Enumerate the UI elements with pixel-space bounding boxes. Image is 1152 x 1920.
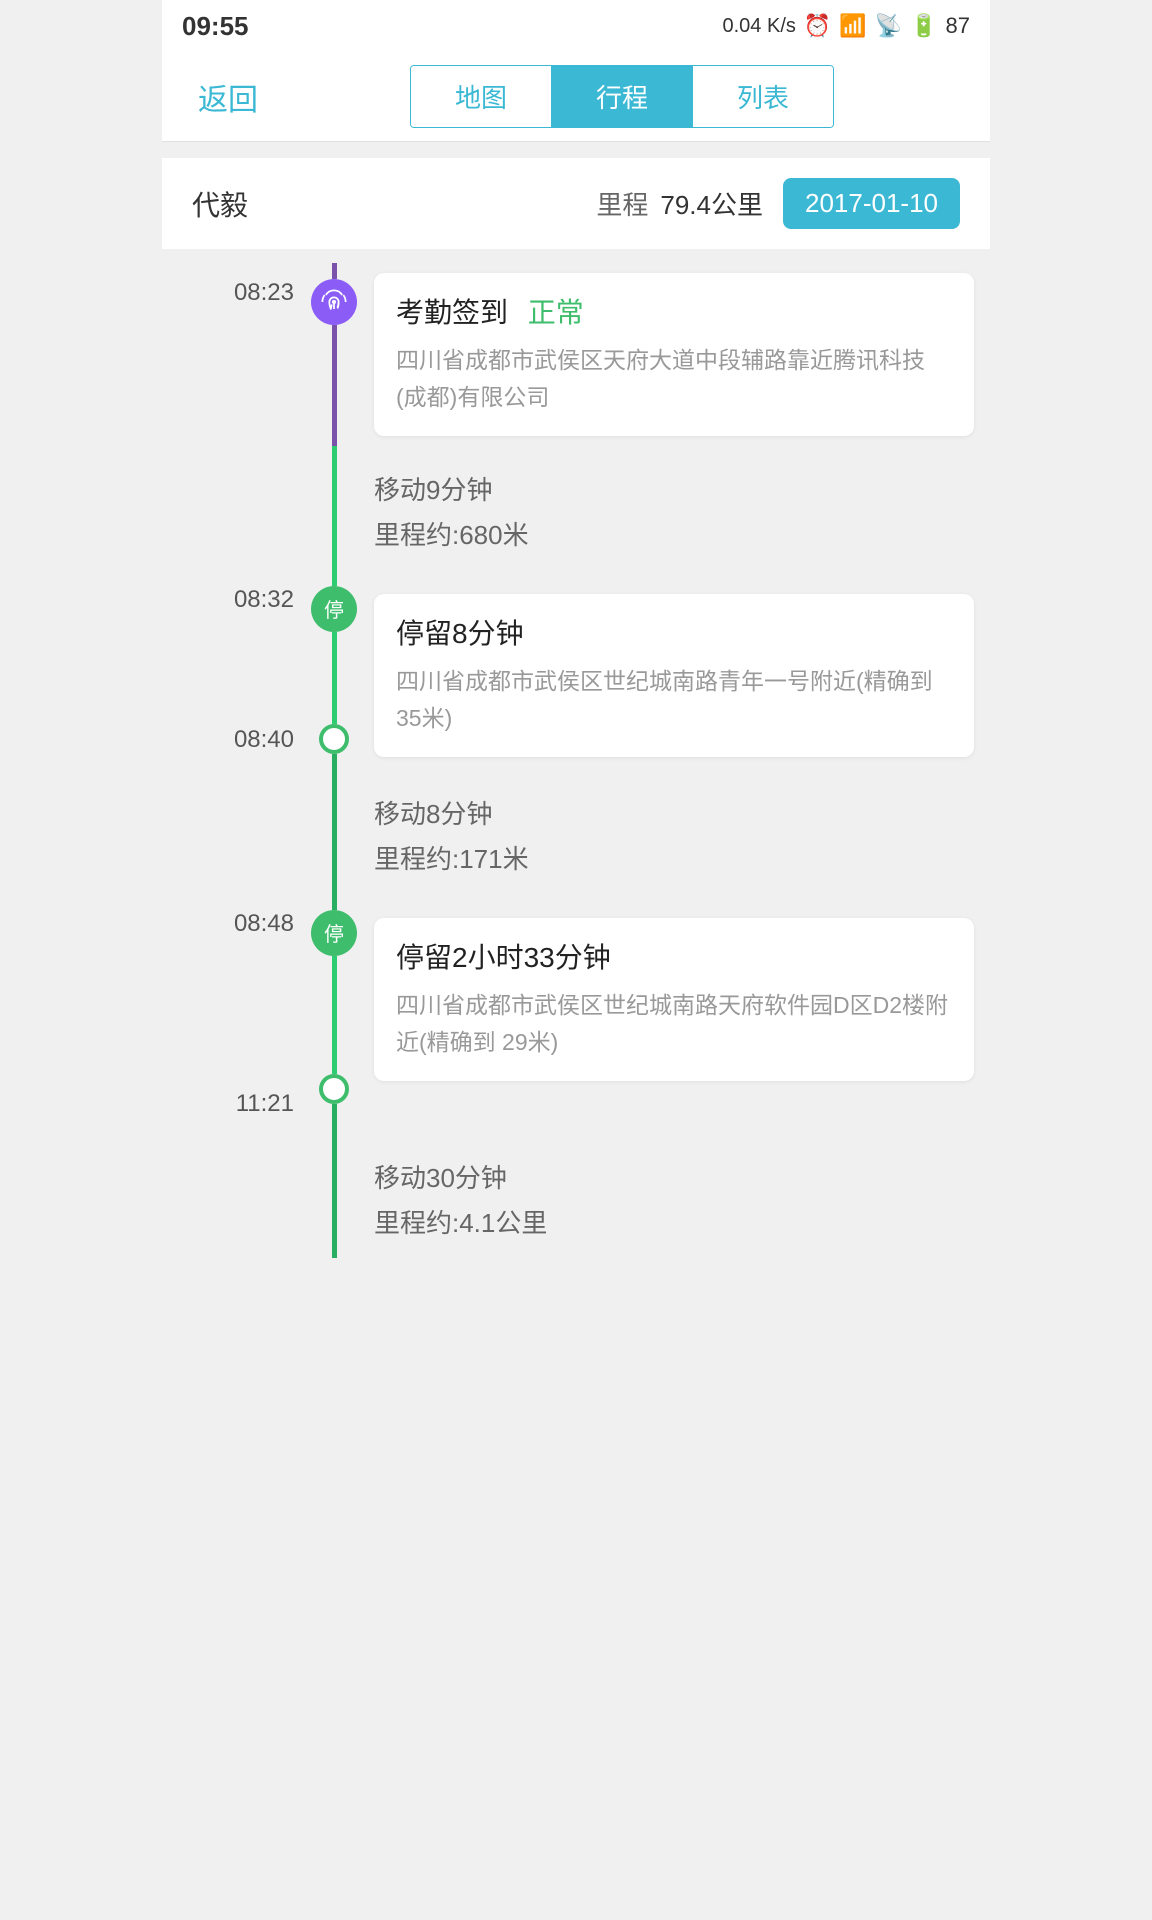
move-duration-1: 移动9分钟	[374, 470, 529, 507]
move-duration-3: 移动30分钟	[374, 1158, 547, 1195]
content-checkin: 考勤签到 正常 四川省成都市武侯区天府大道中段辅路靠近腾讯科技(成都)有限公司	[366, 263, 990, 446]
track-stop1: 停	[302, 570, 366, 770]
card-address-checkin: 四川省成都市武侯区天府大道中段辅路靠近腾讯科技(成都)有限公司	[396, 342, 952, 416]
content-movement-2: 移动8分钟 里程约:171米	[366, 770, 990, 894]
time-0832: 08:32	[162, 586, 294, 614]
line-top-stop2	[332, 894, 337, 910]
tab-list[interactable]: 列表	[693, 66, 833, 127]
line-mid-stop1	[332, 632, 337, 724]
network-speed: 0.04 K/s	[723, 15, 796, 38]
tab-trip[interactable]: 行程	[552, 66, 693, 127]
dot-hollow-stop1	[319, 724, 349, 754]
wifi-icon: 📶	[839, 13, 866, 39]
card-stop2: 停留2小时33分钟 四川省成都市武侯区世纪城南路天府软件园D区D2楼附近(精确到…	[374, 918, 974, 1081]
tab-map[interactable]: 地图	[411, 66, 552, 127]
date-badge: 2017-01-10	[783, 178, 960, 229]
clock-icon: ⏰	[804, 13, 831, 39]
card-stop1: 停留8分钟 四川省成都市武侯区世纪城南路青年一号附近(精确到 35米)	[374, 594, 974, 757]
status-normal: 正常	[528, 297, 584, 328]
line-movement-2	[332, 770, 337, 894]
content-stop1: 停留8分钟 四川省成都市武侯区世纪城南路青年一号附近(精确到 35米)	[366, 570, 990, 770]
move-distance-3: 里程约:4.1公里	[374, 1203, 547, 1240]
movement-1: 移动9分钟 里程约:680米	[162, 446, 990, 570]
move-info-3: 移动30分钟 里程约:4.1公里	[374, 1144, 547, 1248]
move-info-2: 移动8分钟 里程约:171米	[374, 780, 529, 884]
content-movement-3: 移动30分钟 里程约:4.1公里	[366, 1134, 990, 1258]
status-right: 0.04 K/s ⏰ 📶 📡 🔋 87	[723, 13, 971, 39]
track-movement-3	[302, 1134, 366, 1258]
back-button[interactable]: 返回	[182, 65, 274, 129]
dot-hollow-stop2	[319, 1074, 349, 1104]
battery-icon: 🔋	[910, 13, 937, 39]
mileage-value: 79.4公里	[660, 185, 763, 222]
driver-name: 代毅	[192, 184, 596, 224]
move-distance-1: 里程约:680米	[374, 515, 529, 552]
signal-icon: 📡	[875, 13, 902, 39]
time-1121: 11:21	[162, 1090, 294, 1118]
times-stop1: 08:32 08:40	[162, 570, 302, 770]
info-bar: 代毅 里程 79.4公里 2017-01-10	[162, 158, 990, 249]
time-0823: 08:23	[162, 263, 302, 446]
line-bottom-stop1	[332, 754, 337, 770]
track-checkin	[302, 263, 366, 446]
status-time: 09:55	[182, 11, 249, 42]
content-stop2: 停留2小时33分钟 四川省成都市武侯区世纪城南路天府软件园D区D2楼附近(精确到…	[366, 894, 990, 1134]
card-title-stop1: 停留8分钟	[396, 614, 952, 653]
time-empty-3	[162, 1134, 302, 1258]
move-distance-2: 里程约:171米	[374, 839, 529, 876]
time-empty-2	[162, 770, 302, 894]
event-stop1: 08:32 08:40 停 停留8分钟 四川省成都市武侯区世纪城南路青年一号附近…	[162, 570, 990, 770]
status-bar: 09:55 0.04 K/s ⏰ 📶 📡 🔋 87	[162, 0, 990, 52]
card-address-stop2: 四川省成都市武侯区世纪城南路天府软件园D区D2楼附近(精确到 29米)	[396, 987, 952, 1061]
time-0840: 08:40	[162, 726, 294, 754]
mileage-label: 里程	[596, 185, 648, 222]
time-0848: 08:48	[162, 910, 294, 938]
move-duration-2: 移动8分钟	[374, 794, 529, 831]
card-title-checkin: 考勤签到 正常	[396, 293, 952, 332]
dot-stop1: 停	[311, 586, 357, 632]
track-movement-1	[302, 446, 366, 570]
track-stop2: 停	[302, 894, 366, 1134]
event-stop2: 08:48 11:21 停 停留2小时33分钟 四川省成都市武侯区世纪城南路天府…	[162, 894, 990, 1134]
move-info-1: 移动9分钟 里程约:680米	[374, 456, 529, 560]
card-checkin: 考勤签到 正常 四川省成都市武侯区天府大道中段辅路靠近腾讯科技(成都)有限公司	[374, 273, 974, 436]
event-checkin: 08:23	[162, 263, 990, 446]
track-movement-2	[302, 770, 366, 894]
timeline: 08:23	[162, 253, 990, 1298]
content-movement-1: 移动9分钟 里程约:680米	[366, 446, 990, 570]
tab-group: 地图 行程 列表	[410, 65, 834, 128]
time-empty-1	[162, 446, 302, 570]
card-title-stop2: 停留2小时33分钟	[396, 938, 952, 977]
line-bottom-1	[332, 325, 337, 446]
line-mid-stop2	[332, 956, 337, 1074]
movement-3: 移动30分钟 里程约:4.1公里	[162, 1134, 990, 1258]
battery-value: 87	[946, 13, 970, 39]
movement-2: 移动8分钟 里程约:171米	[162, 770, 990, 894]
card-address-stop1: 四川省成都市武侯区世纪城南路青年一号附近(精确到 35米)	[396, 663, 952, 737]
dot-checkin	[311, 279, 357, 325]
dot-stop2: 停	[311, 910, 357, 956]
times-stop2: 08:48 11:21	[162, 894, 302, 1134]
line-movement-3	[332, 1134, 337, 1258]
line-bottom-stop2	[332, 1104, 337, 1134]
line-top-stop1	[332, 570, 337, 586]
line-movement-1	[332, 446, 337, 570]
line-top-1	[332, 263, 337, 279]
nav-bar: 返回 地图 行程 列表	[162, 52, 990, 142]
